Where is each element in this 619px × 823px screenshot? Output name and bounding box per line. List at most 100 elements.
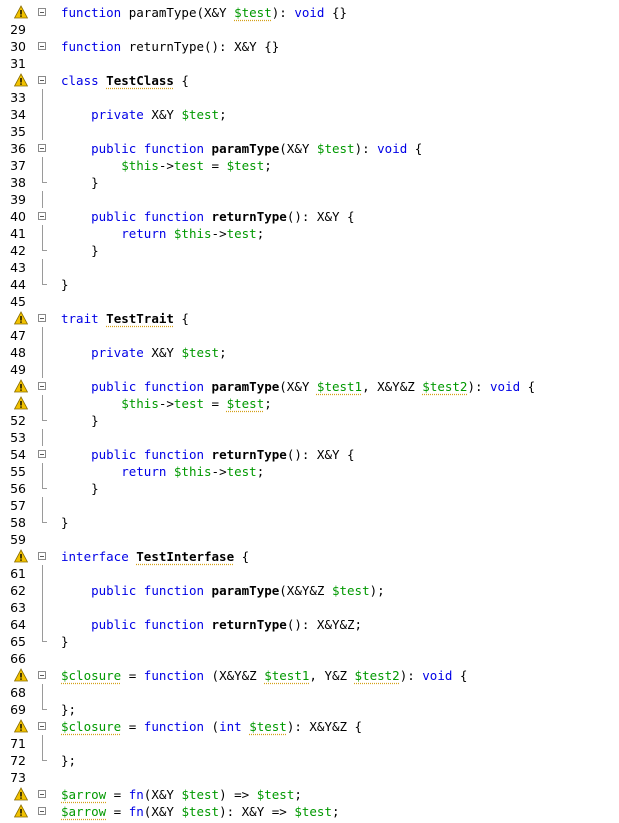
code-line[interactable]: $arrow = fn(X&Y $test): X&Y => $test;: [0, 803, 619, 820]
code-line[interactable]: 29: [0, 21, 619, 38]
code-text[interactable]: $closure = function (int $test): X&Y&Z {: [61, 718, 362, 735]
code-text[interactable]: public function returnType(): X&Y {: [61, 208, 354, 225]
warning-icon[interactable]: [13, 787, 29, 801]
code-text[interactable]: return $this->test;: [61, 463, 264, 480]
code-line[interactable]: $closure = function (int $test): X&Y&Z {: [0, 718, 619, 735]
fold-collapse-icon[interactable]: [38, 76, 46, 84]
code-text[interactable]: $this->test = $test;: [61, 157, 272, 174]
code-text[interactable]: $arrow = fn(X&Y $test): X&Y => $test;: [61, 803, 340, 820]
code-line[interactable]: 66: [0, 650, 619, 667]
code-line[interactable]: 30 function returnType(): X&Y {}: [0, 38, 619, 55]
fold-collapse-icon[interactable]: [38, 671, 46, 679]
code-line[interactable]: 71: [0, 735, 619, 752]
code-line[interactable]: 57: [0, 497, 619, 514]
code-line[interactable]: 38 }: [0, 174, 619, 191]
code-text[interactable]: private X&Y $test;: [61, 344, 227, 361]
code-line[interactable]: 37 $this->test = $test;: [0, 157, 619, 174]
code-text[interactable]: }: [61, 514, 69, 531]
code-line[interactable]: 63: [0, 599, 619, 616]
code-text[interactable]: }: [61, 480, 99, 497]
code-line[interactable]: 69};: [0, 701, 619, 718]
code-line[interactable]: 47: [0, 327, 619, 344]
code-line[interactable]: $arrow = fn(X&Y $test) => $test;: [0, 786, 619, 803]
code-line[interactable]: 33: [0, 89, 619, 106]
code-line[interactable]: 58}: [0, 514, 619, 531]
code-text[interactable]: class TestClass {: [61, 72, 189, 89]
warning-icon[interactable]: [13, 668, 29, 682]
fold-collapse-icon[interactable]: [38, 722, 46, 730]
code-line[interactable]: 43: [0, 259, 619, 276]
code-line[interactable]: 68: [0, 684, 619, 701]
code-text[interactable]: public function paramType(X&Y $test1, X&…: [61, 378, 535, 395]
code-line[interactable]: 42 }: [0, 242, 619, 259]
code-text[interactable]: $arrow = fn(X&Y $test) => $test;: [61, 786, 302, 803]
warning-icon[interactable]: [13, 311, 29, 325]
code-line[interactable]: 52 }: [0, 412, 619, 429]
fold-collapse-icon[interactable]: [38, 382, 46, 390]
warning-icon[interactable]: [13, 719, 29, 733]
code-line[interactable]: 31: [0, 55, 619, 72]
code-line[interactable]: 55 return $this->test;: [0, 463, 619, 480]
code-line[interactable]: $closure = function (X&Y&Z $test1, Y&Z $…: [0, 667, 619, 684]
code-text[interactable]: public function paramType(X&Y $test): vo…: [61, 140, 422, 157]
fold-collapse-icon[interactable]: [38, 807, 46, 815]
code-text[interactable]: }: [61, 174, 99, 191]
fold-collapse-icon[interactable]: [38, 144, 46, 152]
code-line[interactable]: 36 public function paramType(X&Y $test):…: [0, 140, 619, 157]
fold-collapse-icon[interactable]: [38, 314, 46, 322]
code-line[interactable]: trait TestTrait {: [0, 310, 619, 327]
code-line[interactable]: 34 private X&Y $test;: [0, 106, 619, 123]
fold-collapse-icon[interactable]: [38, 8, 46, 16]
fold-collapse-icon[interactable]: [38, 42, 46, 50]
code-editor[interactable]: function paramType(X&Y $test): void {} 29…: [0, 0, 619, 823]
code-line[interactable]: 35: [0, 123, 619, 140]
code-line[interactable]: 72};: [0, 752, 619, 769]
warning-icon[interactable]: [13, 549, 29, 563]
code-line[interactable]: 56 }: [0, 480, 619, 497]
code-line[interactable]: 41 return $this->test;: [0, 225, 619, 242]
code-line[interactable]: 65}: [0, 633, 619, 650]
code-line[interactable]: 53: [0, 429, 619, 446]
code-text[interactable]: private X&Y $test;: [61, 106, 227, 123]
code-text[interactable]: }: [61, 242, 99, 259]
fold-collapse-icon[interactable]: [38, 790, 46, 798]
warning-icon[interactable]: [13, 379, 29, 393]
code-line[interactable]: 48 private X&Y $test;: [0, 344, 619, 361]
code-text[interactable]: $this->test = $test;: [61, 395, 272, 412]
code-line[interactable]: public function paramType(X&Y $test1, X&…: [0, 378, 619, 395]
code-text[interactable]: function returnType(): X&Y {}: [61, 38, 279, 55]
code-line[interactable]: interface TestInterfase {: [0, 548, 619, 565]
code-line[interactable]: 40 public function returnType(): X&Y {: [0, 208, 619, 225]
code-line[interactable]: 59: [0, 531, 619, 548]
code-line[interactable]: 39: [0, 191, 619, 208]
code-text[interactable]: }: [61, 276, 69, 293]
code-line[interactable]: 49: [0, 361, 619, 378]
code-line[interactable]: 62 public function paramType(X&Y&Z $test…: [0, 582, 619, 599]
warning-icon[interactable]: [13, 804, 29, 818]
code-line[interactable]: function paramType(X&Y $test): void {}: [0, 4, 619, 21]
fold-collapse-icon[interactable]: [38, 450, 46, 458]
code-text[interactable]: public function paramType(X&Y&Z $test);: [61, 582, 385, 599]
code-text[interactable]: function paramType(X&Y $test): void {}: [61, 4, 347, 21]
code-line[interactable]: 64 public function returnType(): X&Y&Z;: [0, 616, 619, 633]
code-text[interactable]: interface TestInterfase {: [61, 548, 249, 565]
code-line[interactable]: $this->test = $test;: [0, 395, 619, 412]
fold-collapse-icon[interactable]: [38, 552, 46, 560]
code-line[interactable]: class TestClass {: [0, 72, 619, 89]
code-line[interactable]: 45: [0, 293, 619, 310]
warning-icon[interactable]: [13, 396, 29, 410]
warning-icon[interactable]: [13, 73, 29, 87]
code-line[interactable]: 44}: [0, 276, 619, 293]
code-line[interactable]: 73: [0, 769, 619, 786]
code-line[interactable]: 61: [0, 565, 619, 582]
code-text[interactable]: };: [61, 752, 76, 769]
code-text[interactable]: $closure = function (X&Y&Z $test1, Y&Z $…: [61, 667, 467, 684]
code-text[interactable]: public function returnType(): X&Y {: [61, 446, 354, 463]
code-text[interactable]: return $this->test;: [61, 225, 264, 242]
code-text[interactable]: };: [61, 701, 76, 718]
code-text[interactable]: public function returnType(): X&Y&Z;: [61, 616, 362, 633]
fold-collapse-icon[interactable]: [38, 212, 46, 220]
warning-icon[interactable]: [13, 5, 29, 19]
code-line[interactable]: 54 public function returnType(): X&Y {: [0, 446, 619, 463]
code-text[interactable]: trait TestTrait {: [61, 310, 189, 327]
